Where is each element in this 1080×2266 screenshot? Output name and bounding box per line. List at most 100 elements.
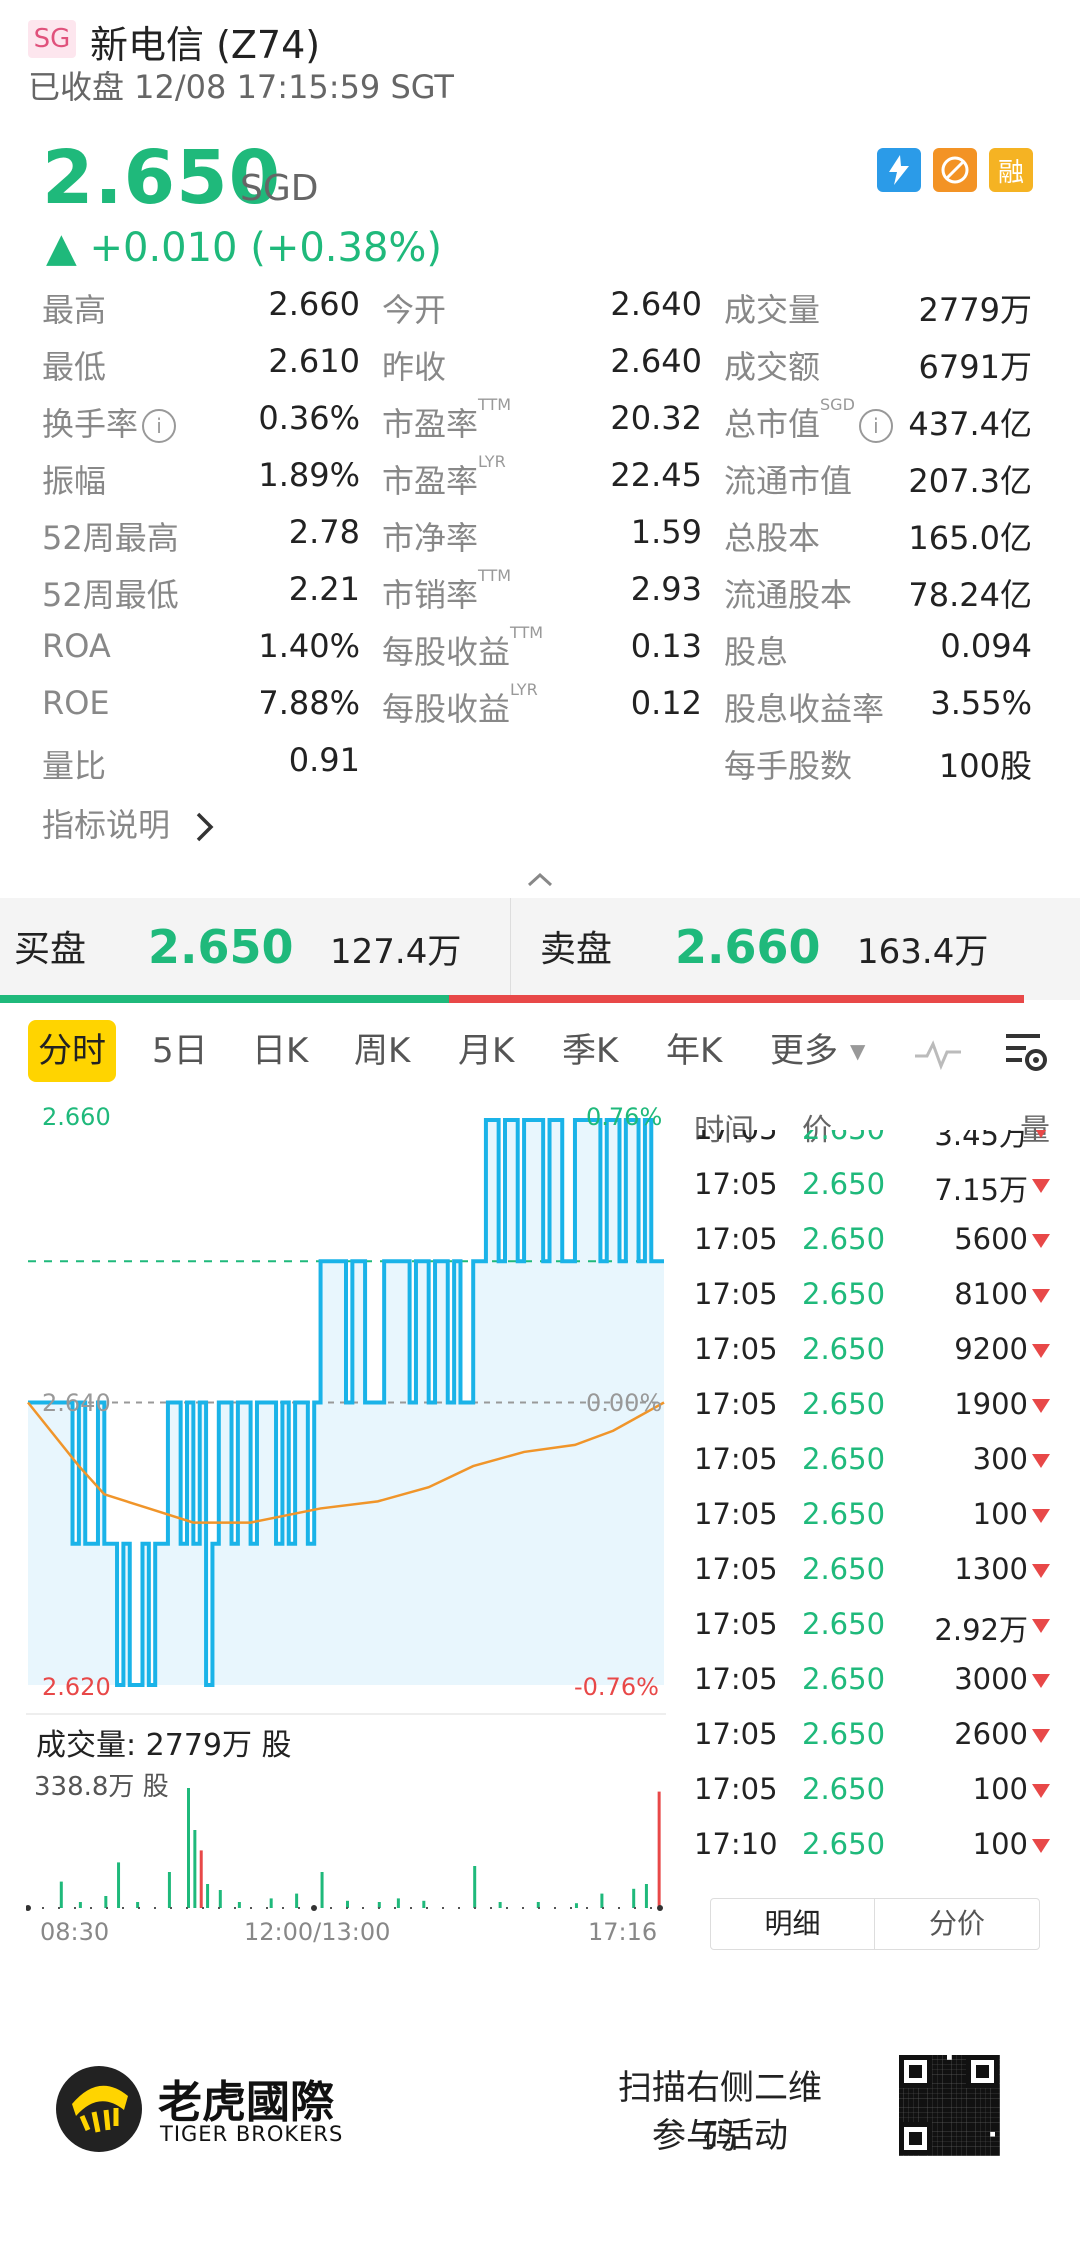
stat-label: 每股收益LYR bbox=[382, 680, 538, 730]
qr-module bbox=[975, 2131, 981, 2137]
indicator-wave-icon[interactable] bbox=[913, 1036, 963, 1072]
stat-label-text: 最高 bbox=[42, 291, 107, 329]
no-short-icon[interactable] bbox=[933, 148, 977, 192]
info-icon[interactable]: i bbox=[142, 409, 177, 443]
qr-module bbox=[975, 2093, 981, 2099]
tick-list[interactable]: 17:05 2.650 3.45万 17:05 2.650 7.15万 17:05 2.650… bbox=[0, 1130, 1080, 1890]
stat-label-text: 流通股本 bbox=[724, 576, 853, 614]
chart-tab[interactable]: 5日 bbox=[152, 1020, 208, 1082]
qr-module bbox=[971, 2103, 976, 2108]
stat-label: 市销率TTM bbox=[382, 566, 511, 616]
x-axis-tick bbox=[26, 1905, 31, 1911]
qr-module bbox=[980, 2131, 986, 2137]
volume-bar bbox=[237, 1902, 241, 1908]
chart-tab[interactable]: 更多 bbox=[770, 1020, 838, 1082]
qr-module bbox=[966, 2093, 971, 2099]
qr-module bbox=[942, 2059, 947, 2065]
qr-module bbox=[942, 2098, 947, 2103]
qr-module bbox=[971, 2088, 976, 2094]
stat-value: 1.40% bbox=[258, 627, 360, 665]
qr-module bbox=[908, 2103, 914, 2108]
qr-module bbox=[985, 2088, 991, 2094]
qr-module bbox=[956, 2064, 962, 2070]
margin-icon[interactable]: 融 bbox=[989, 148, 1033, 192]
x-label-lunch: 12:00/13:00 bbox=[244, 1918, 391, 1946]
qr-module bbox=[908, 2098, 914, 2103]
qr-module bbox=[995, 2141, 1000, 2147]
qr-module bbox=[985, 2141, 991, 2147]
chart-tab[interactable]: 日K bbox=[252, 1020, 308, 1082]
qr-module bbox=[961, 2112, 967, 2118]
qr-module bbox=[918, 2093, 923, 2099]
qr-module bbox=[908, 2112, 914, 2118]
chart-tab[interactable]: 季K bbox=[562, 1020, 618, 1082]
indicator-link[interactable]: 指标说明 bbox=[42, 800, 216, 846]
qr-module bbox=[937, 2055, 943, 2060]
qr-module bbox=[951, 2055, 957, 2060]
stat-value: 207.3亿 bbox=[908, 462, 1032, 500]
qr-module bbox=[942, 2122, 947, 2127]
tab-detail[interactable]: 明细 bbox=[711, 1899, 875, 1949]
qr-module bbox=[971, 2093, 976, 2099]
qr-module bbox=[961, 2127, 967, 2132]
qr-module bbox=[985, 2122, 991, 2127]
qr-module bbox=[918, 2103, 923, 2108]
stat-label-text: 振幅 bbox=[42, 462, 107, 500]
chart-tab[interactable]: 年K bbox=[666, 1020, 722, 1082]
sell-arrow-icon bbox=[1032, 1729, 1050, 1743]
qr-module bbox=[913, 2098, 919, 2103]
qr-module bbox=[985, 2127, 991, 2132]
qr-module bbox=[956, 2127, 962, 2132]
qr-module bbox=[947, 2088, 952, 2094]
chart-tab[interactable]: 月K bbox=[458, 1020, 514, 1082]
qr-module bbox=[951, 2117, 957, 2123]
qr-module bbox=[956, 2103, 962, 2108]
chart-tab[interactable]: 分时 bbox=[28, 1020, 116, 1082]
qr-module bbox=[975, 2117, 981, 2123]
stat-label-text: 每股收益 bbox=[382, 690, 511, 728]
qr-module bbox=[923, 2117, 928, 2123]
qr-module bbox=[942, 2107, 947, 2113]
qr-module bbox=[932, 2069, 938, 2075]
qr-module bbox=[913, 2088, 919, 2094]
info-icon[interactable]: i bbox=[858, 409, 893, 443]
qr-module bbox=[908, 2093, 914, 2099]
tick-price: 2.650 bbox=[802, 1662, 886, 1696]
stat-label: 52周最高 bbox=[42, 513, 179, 559]
qr-module bbox=[932, 2055, 938, 2060]
qr-module bbox=[942, 2083, 947, 2089]
qr-module bbox=[990, 2117, 995, 2123]
chart-settings-icon[interactable] bbox=[1000, 1030, 1050, 1076]
tick-time: 17:10 bbox=[694, 1827, 778, 1861]
qr-module bbox=[927, 2107, 933, 2113]
tick-time: 17:05 bbox=[694, 1167, 778, 1201]
qr-module bbox=[990, 2136, 995, 2142]
stat-label: 换手率 i bbox=[42, 399, 177, 445]
stat-value: 3.55% bbox=[930, 684, 1032, 722]
tick-row: 17:05 2.650 1900 bbox=[694, 1387, 1050, 1442]
tab-price-split[interactable]: 分价 bbox=[875, 1899, 1039, 1949]
qr-module bbox=[966, 2103, 971, 2108]
qr-module bbox=[951, 2103, 957, 2108]
qr-module bbox=[903, 2107, 909, 2113]
qr-module bbox=[918, 2107, 923, 2113]
qr-module bbox=[995, 2136, 1000, 2142]
qr-module bbox=[951, 2127, 957, 2132]
qr-module bbox=[899, 2098, 904, 2103]
qr-module bbox=[951, 2064, 957, 2070]
qr-module bbox=[942, 2146, 947, 2151]
qr-module bbox=[975, 2141, 981, 2147]
collapse-chevron-icon[interactable] bbox=[525, 870, 555, 890]
qr-module bbox=[956, 2055, 962, 2060]
volume-bar bbox=[295, 1893, 299, 1908]
lightning-icon[interactable] bbox=[877, 148, 921, 192]
qr-module bbox=[947, 2122, 952, 2127]
more-dropdown-icon[interactable]: ▼ bbox=[850, 1020, 865, 1082]
chart-tab[interactable]: 周K bbox=[354, 1020, 410, 1082]
price-change: ▲ +0.010 (+0.38%) bbox=[46, 225, 443, 271]
chevron-right-icon bbox=[196, 812, 214, 842]
qr-module bbox=[975, 2122, 981, 2127]
qr-module bbox=[956, 2122, 962, 2127]
qr-module bbox=[932, 2141, 938, 2147]
volume-bar bbox=[422, 1900, 426, 1908]
